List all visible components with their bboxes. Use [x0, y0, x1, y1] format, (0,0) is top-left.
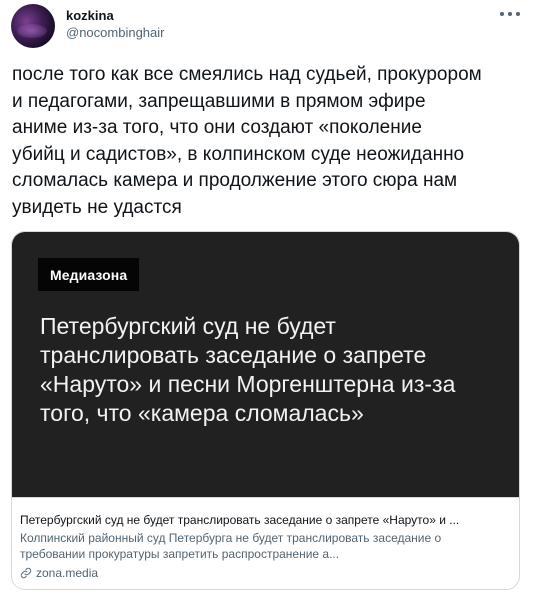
display-name[interactable]: kozkina	[66, 8, 114, 23]
dot-icon	[508, 12, 512, 16]
card-title: Петербургский суд не будет транслировать…	[20, 513, 460, 527]
card-image[interactable]: Медиазона Петербургский суд не будет тра…	[12, 232, 519, 497]
more-options-icon[interactable]	[500, 6, 520, 22]
card-domain: zona.media	[20, 566, 98, 580]
card-domain-text: zona.media	[36, 566, 99, 580]
dot-icon	[516, 12, 520, 16]
card-meta[interactable]: Петербургский суд не будет транслировать…	[12, 497, 519, 589]
card-image-headline: Петербургский суд не будет транслировать…	[40, 313, 456, 426]
link-icon	[20, 567, 32, 579]
tweet-text: после того как все смеялись над судьей, …	[12, 64, 482, 218]
card-description: Колпинский районный суд Петербурга не бу…	[20, 531, 442, 561]
brand-logo: Медиазона	[38, 258, 140, 291]
dot-icon	[500, 12, 504, 16]
link-card[interactable]: Медиазона Петербургский суд не будет тра…	[11, 231, 520, 590]
avatar[interactable]	[11, 4, 55, 48]
tweet: kozkina @nocombinghair после того как вс…	[0, 0, 534, 597]
user-handle[interactable]: @nocombinghair	[66, 25, 164, 40]
